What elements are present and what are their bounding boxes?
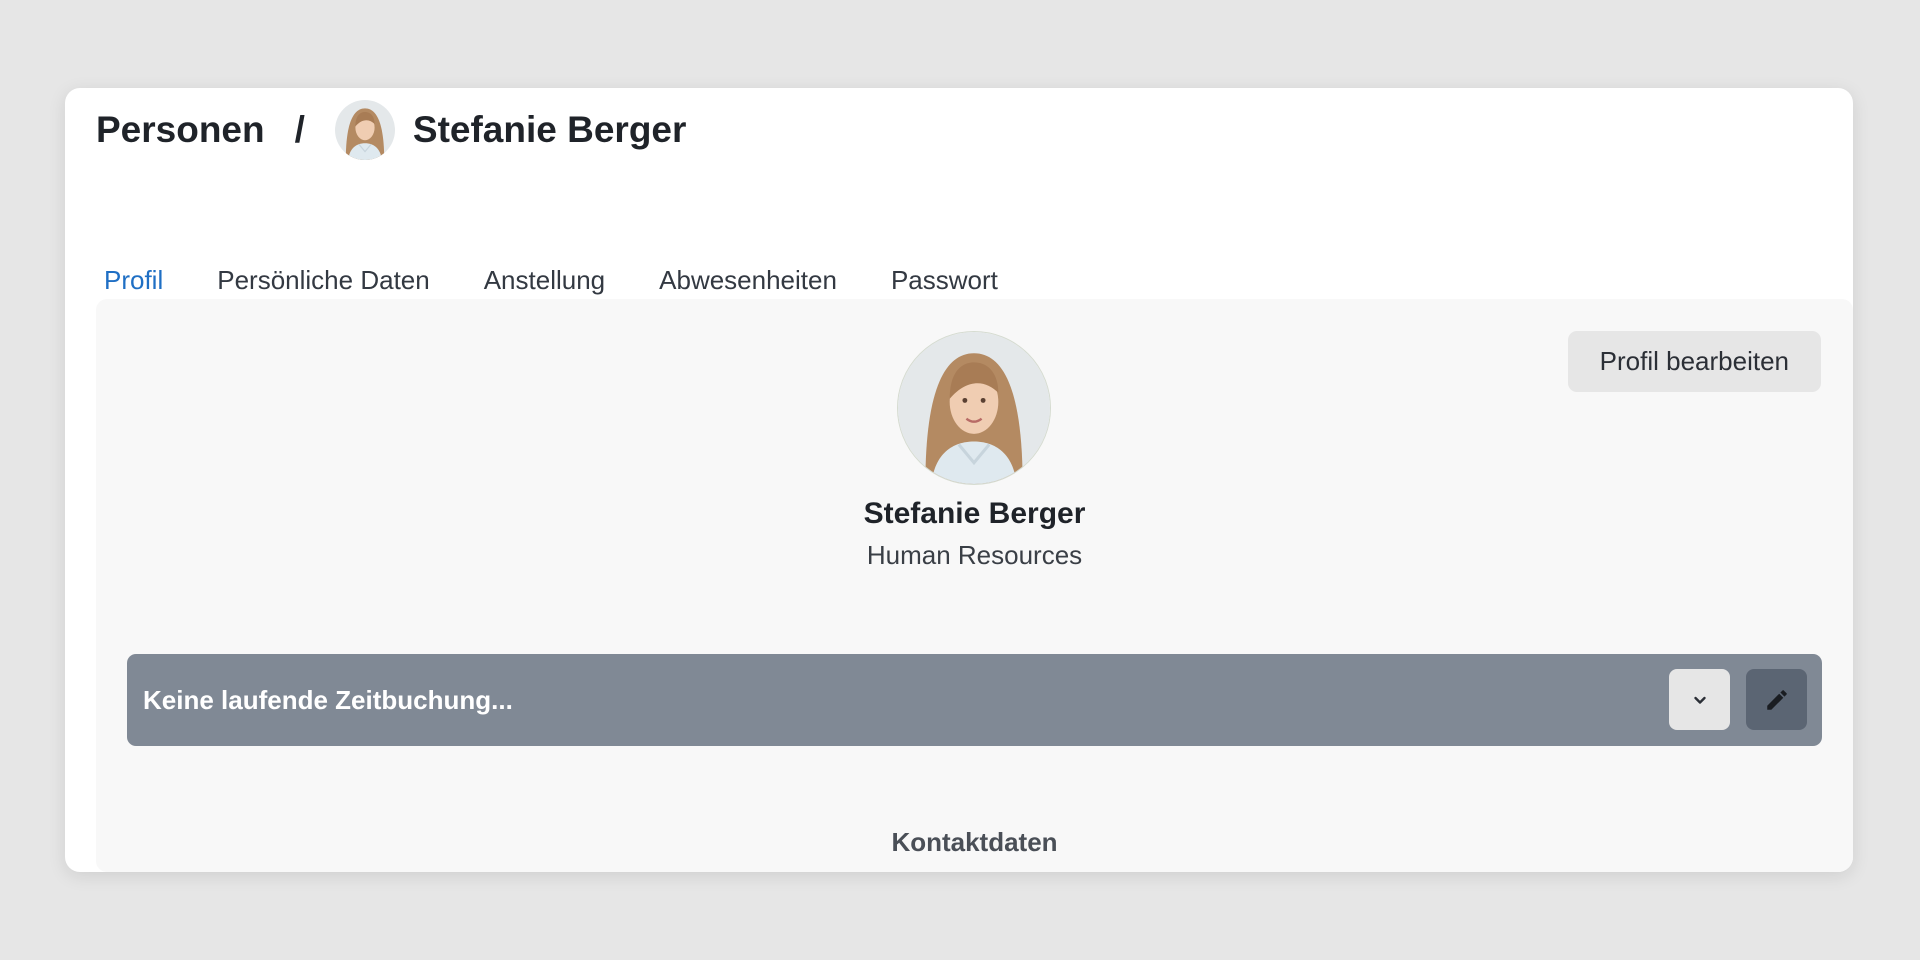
breadcrumb: Personen / Stefanie Berger xyxy=(96,98,686,162)
pencil-icon xyxy=(1766,689,1787,710)
page-title: Stefanie Berger xyxy=(412,109,687,150)
profile-name: Stefanie Berger xyxy=(863,497,1086,530)
person-photo-icon xyxy=(898,332,1050,484)
time-tracking-expand-button[interactable] xyxy=(1669,669,1730,730)
breadcrumb-root-link[interactable]: Personen xyxy=(96,109,265,151)
profile-department: Human Resources xyxy=(866,540,1083,570)
contact-section-title: Kontaktdaten xyxy=(891,827,1058,857)
time-tracking-status: Keine laufende Zeitbuchung... xyxy=(143,685,513,715)
person-photo-icon xyxy=(334,100,395,160)
time-tracking-bar: Keine laufende Zeitbuchung... xyxy=(127,654,1822,746)
profile-panel: Profil bearbeiten Stefanie Berger Human … xyxy=(96,299,1853,872)
breadcrumb-separator: / xyxy=(294,109,305,150)
chevron-down-icon xyxy=(1693,696,1706,704)
avatar xyxy=(334,100,395,160)
time-tracking-edit-button[interactable] xyxy=(1746,669,1807,730)
profile-avatar xyxy=(897,331,1051,485)
person-detail-card: Personen / Stefanie Berger Profil Persön… xyxy=(65,88,1853,872)
edit-profile-button[interactable]: Profil bearbeiten xyxy=(1567,331,1821,392)
